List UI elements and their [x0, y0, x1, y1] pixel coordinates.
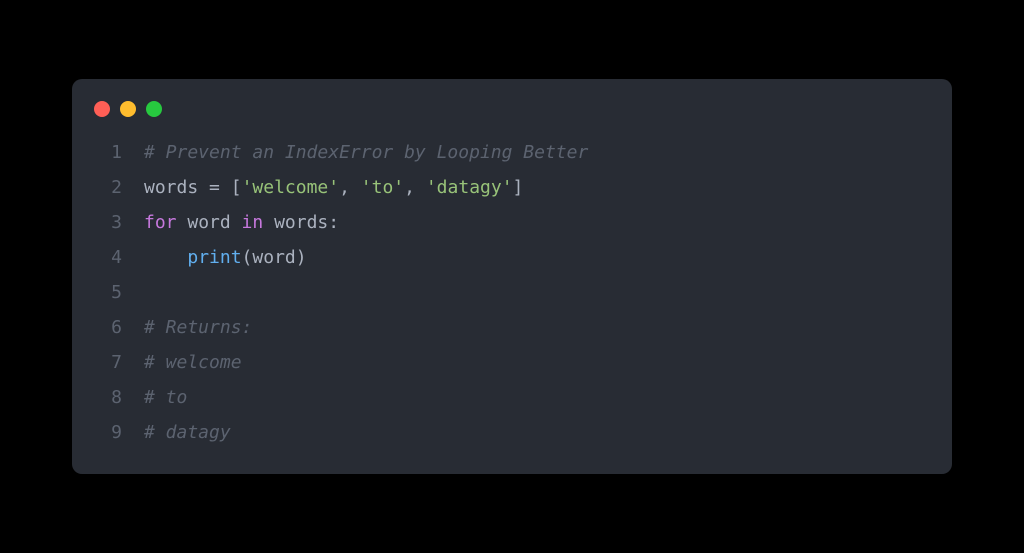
- code-content: print(word): [144, 240, 307, 275]
- code-line: 2 words = ['welcome', 'to', 'datagy']: [94, 170, 930, 205]
- line-number: 3: [94, 205, 122, 240]
- code-content: # Returns:: [144, 310, 252, 345]
- code-token: 'datagy': [426, 177, 513, 198]
- code-token: 'welcome': [242, 177, 340, 198]
- code-token: ,: [339, 177, 361, 198]
- code-line: 5: [94, 275, 930, 310]
- code-line: 6 # Returns:: [94, 310, 930, 345]
- code-token: word: [252, 247, 295, 268]
- code-token: # datagy: [144, 422, 231, 443]
- code-token: [: [231, 177, 242, 198]
- code-token: print: [187, 247, 241, 268]
- code-token: =: [209, 177, 220, 198]
- code-token: words: [144, 177, 209, 198]
- code-token: ]: [513, 177, 524, 198]
- code-token: ,: [404, 177, 426, 198]
- code-token: words: [263, 212, 328, 233]
- code-content: words = ['welcome', 'to', 'datagy']: [144, 170, 523, 205]
- line-number: 5: [94, 275, 122, 310]
- code-token: # Returns:: [144, 317, 252, 338]
- line-number: 7: [94, 345, 122, 380]
- code-line: 9 # datagy: [94, 415, 930, 450]
- code-content: for word in words:: [144, 205, 339, 240]
- code-token: [144, 247, 187, 268]
- line-number: 4: [94, 240, 122, 275]
- code-token: [220, 177, 231, 198]
- line-number: 2: [94, 170, 122, 205]
- line-number: 8: [94, 380, 122, 415]
- code-line: 1 # Prevent an IndexError by Looping Bett…: [94, 135, 930, 170]
- code-editor-window: 1 # Prevent an IndexError by Looping Bett…: [72, 79, 952, 475]
- maximize-icon[interactable]: [146, 101, 162, 117]
- code-token: ): [296, 247, 307, 268]
- code-content: # welcome: [144, 345, 242, 380]
- line-number: 6: [94, 310, 122, 345]
- code-token: for: [144, 212, 177, 233]
- close-icon[interactable]: [94, 101, 110, 117]
- code-token: (: [242, 247, 253, 268]
- code-content: # datagy: [144, 415, 231, 450]
- line-number: 1: [94, 135, 122, 170]
- code-token: 'to': [361, 177, 404, 198]
- minimize-icon[interactable]: [120, 101, 136, 117]
- code-token: word: [177, 212, 242, 233]
- code-line: 8 # to: [94, 380, 930, 415]
- code-line: 7 # welcome: [94, 345, 930, 380]
- code-token: # to: [144, 387, 187, 408]
- code-line: 4 print(word): [94, 240, 930, 275]
- code-token: # Prevent an IndexError by Looping Bette…: [144, 142, 588, 163]
- code-token: :: [328, 212, 339, 233]
- code-area: 1 # Prevent an IndexError by Looping Bett…: [72, 135, 952, 451]
- code-line: 3 for word in words:: [94, 205, 930, 240]
- code-content: # Prevent an IndexError by Looping Bette…: [144, 135, 588, 170]
- window-titlebar: [72, 79, 952, 135]
- code-token: # welcome: [144, 352, 242, 373]
- line-number: 9: [94, 415, 122, 450]
- code-content: # to: [144, 380, 187, 415]
- code-token: in: [242, 212, 264, 233]
